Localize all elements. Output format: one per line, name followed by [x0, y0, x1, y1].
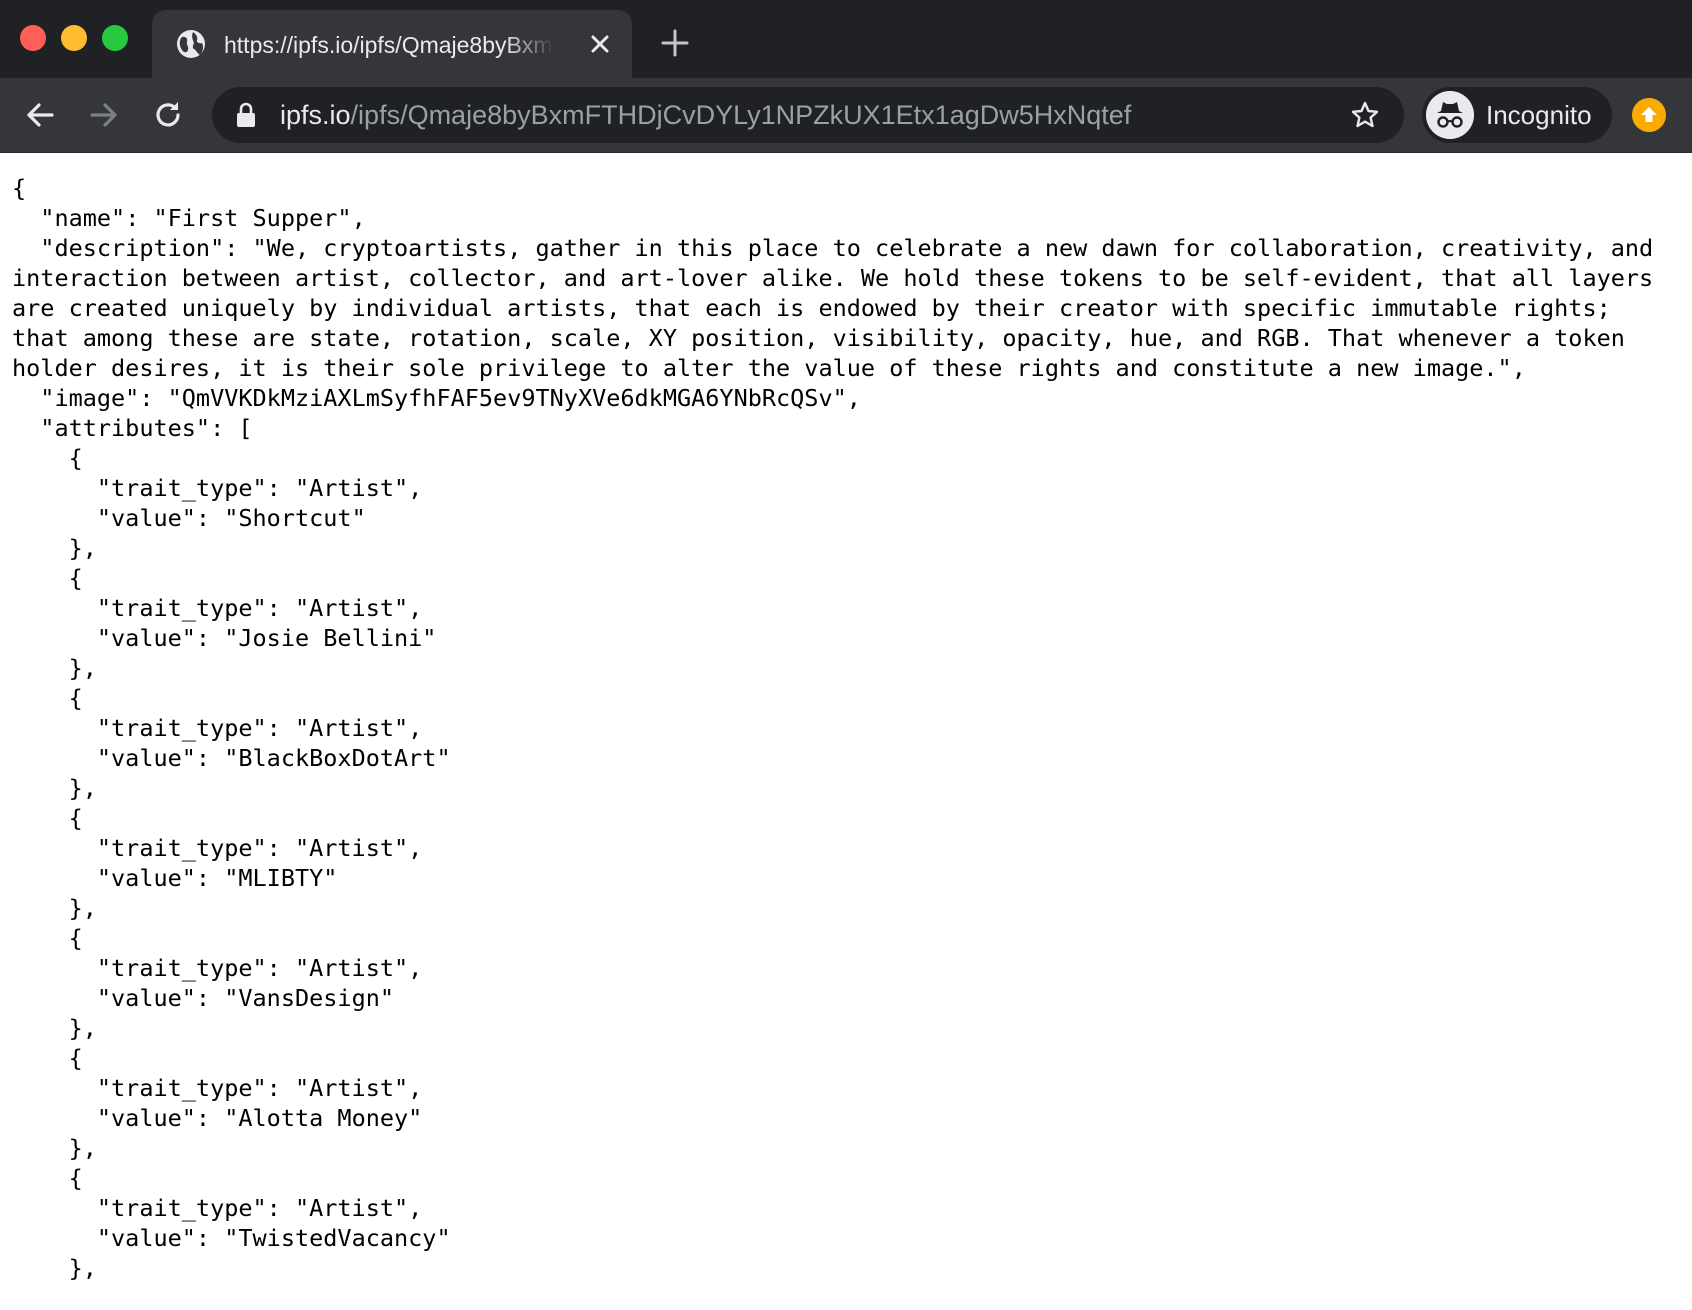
new-tab-icon[interactable] [660, 28, 690, 58]
attribute-value: "MLIBTY" [224, 864, 338, 892]
attribute-trait-type: "Artist" [294, 954, 409, 982]
json-document: { "name": "First Supper", "description":… [12, 174, 1668, 1282]
json-open-brace: { [12, 174, 27, 202]
incognito-icon [1426, 91, 1474, 139]
attribute-value: "Alotta Money" [224, 1104, 423, 1132]
url-host: ipfs.io [280, 100, 351, 130]
json-value-image: "QmVVKDkMziAXLmSyfhFAF5ev9TNyXVe6dkMGA6Y… [167, 384, 847, 412]
star-icon[interactable] [1350, 100, 1380, 130]
globe-icon [177, 30, 205, 58]
update-icon[interactable] [1632, 98, 1666, 132]
zoom-window-button[interactable] [102, 25, 128, 51]
incognito-profile-button[interactable]: Incognito [1422, 87, 1612, 143]
attribute-trait-type: "Artist" [294, 594, 409, 622]
tab-active[interactable]: https://ipfs.io/ipfs/Qmaje8byBxmFTHDjCvD… [152, 10, 632, 78]
tab-strip: https://ipfs.io/ipfs/Qmaje8byBxmFTHDjCvD… [0, 0, 1692, 78]
attribute-value: "TwistedVacancy" [224, 1224, 451, 1252]
json-key-name: "name" [40, 204, 126, 232]
json-key-attributes: "attributes" [40, 414, 211, 442]
back-icon[interactable] [22, 97, 58, 133]
attribute-value: "Josie Bellini" [224, 624, 437, 652]
attribute-trait-type: "Artist" [294, 714, 409, 742]
json-value-name: "First Supper" [153, 204, 352, 232]
attribute-trait-type: "Artist" [294, 1194, 409, 1222]
page-content: { "name": "First Supper", "description":… [0, 153, 1692, 1310]
attribute-trait-type: "Artist" [294, 1074, 409, 1102]
minimize-window-button[interactable] [61, 25, 87, 51]
forward-icon[interactable] [86, 97, 122, 133]
browser-toolbar: ipfs.io/ipfs/Qmaje8byBxmFTHDjCvDYLy1NPZk… [0, 78, 1692, 153]
attribute-trait-type: "Artist" [294, 474, 409, 502]
reload-icon[interactable] [150, 97, 186, 133]
attribute-value: "BlackBoxDotArt" [224, 744, 451, 772]
attribute-trait-type: "Artist" [294, 834, 409, 862]
json-value-description: "We, cryptoartists, gather in this place… [12, 234, 1668, 382]
close-window-button[interactable] [20, 25, 46, 51]
profile-label: Incognito [1486, 100, 1592, 130]
tab-title: https://ipfs.io/ipfs/Qmaje8byBxmFTHDjCvD… [224, 32, 554, 58]
json-key-image: "image" [40, 384, 140, 412]
tab-close-icon[interactable] [586, 30, 614, 58]
attribute-value: "Shortcut" [224, 504, 366, 532]
url-text[interactable]: ipfs.io/ipfs/Qmaje8byBxmFTHDjCvDYLy1NPZk… [280, 99, 1131, 131]
url-path: /ipfs/Qmaje8byBxmFTHDjCvDYLy1NPZkUX1Etx1… [350, 100, 1132, 130]
attribute-value: "VansDesign" [224, 984, 395, 1012]
address-bar[interactable]: ipfs.io/ipfs/Qmaje8byBxmFTHDjCvDYLy1NPZk… [212, 87, 1404, 143]
lock-icon[interactable] [234, 102, 258, 128]
json-key-description: "description" [40, 234, 225, 262]
